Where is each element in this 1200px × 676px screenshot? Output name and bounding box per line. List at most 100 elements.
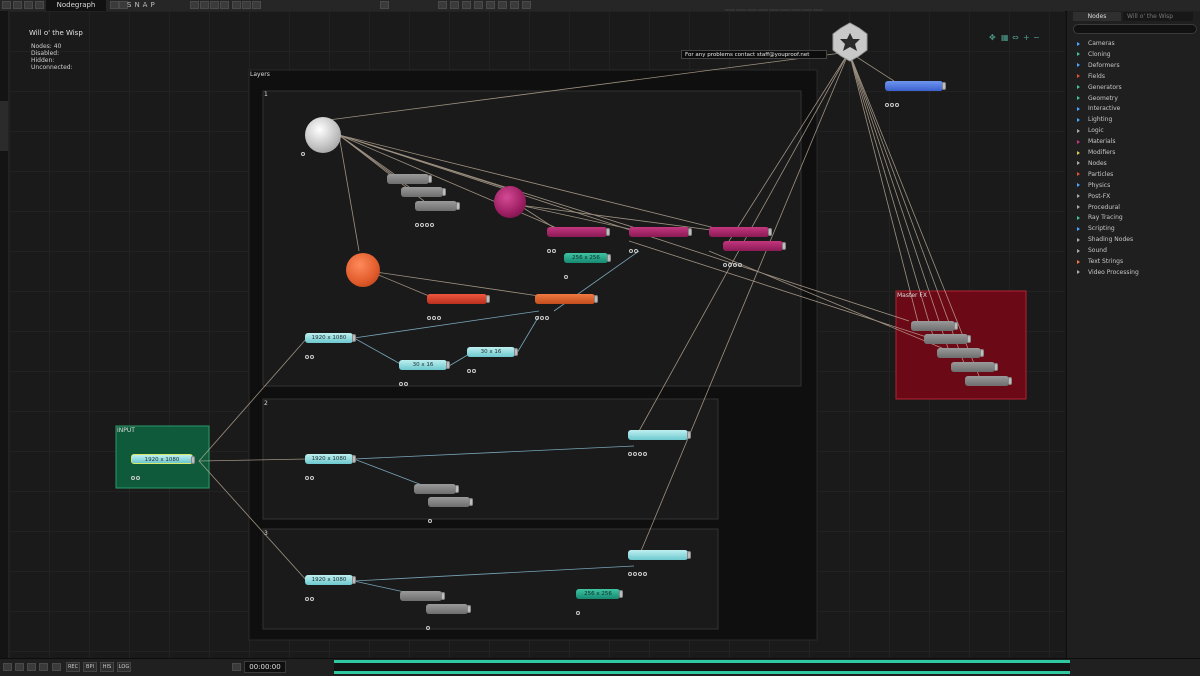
category-item[interactable]: Interactive [1077,104,1120,114]
category-item[interactable]: Text Strings [1077,257,1123,267]
category-item[interactable]: Modifiers [1077,148,1115,158]
zoom-in-icon[interactable]: + [1023,33,1030,42]
open-file-icon[interactable] [13,1,22,9]
settings-icon[interactable] [3,663,12,671]
new-file-icon[interactable] [2,1,11,9]
node-ports[interactable] [723,252,743,267]
category-item[interactable]: Deformers [1077,61,1120,71]
gray-node[interactable] [911,321,958,331]
node-ports[interactable] [547,238,557,253]
gear-icon[interactable] [380,1,389,9]
wave-icon[interactable] [522,1,531,9]
search-field[interactable] [1073,24,1197,43]
his-button[interactable]: HIS [100,662,114,672]
master-output-gear-node[interactable] [829,21,871,63]
resolution-node[interactable]: 1920 x 1080 [305,333,356,343]
category-item[interactable]: Particles [1077,170,1113,180]
node-ports[interactable] [467,358,477,373]
search-icon[interactable] [252,1,261,9]
node-ports[interactable] [131,465,141,480]
magenta-node[interactable] [723,241,786,251]
filter-icon[interactable] [242,1,251,9]
select-icon[interactable] [200,1,209,9]
log-button[interactable]: LOG [117,662,131,672]
node-ports[interactable] [301,141,306,156]
timeline-scrubber[interactable] [334,660,1070,674]
category-item[interactable]: Cloning [1077,50,1111,60]
fit-view-icon[interactable]: ✥ [989,33,996,42]
category-item[interactable]: Video Processing [1077,268,1139,278]
grid-icon[interactable] [110,1,119,9]
tab-nodegraph[interactable]: Nodegraph [46,0,106,11]
bpi-button[interactable]: BPI [83,662,97,672]
gray-node[interactable] [951,362,998,372]
layout-icon[interactable] [210,1,219,9]
category-item[interactable]: Logic [1077,126,1104,136]
category-item[interactable]: Nodes [1077,159,1107,169]
node-ports[interactable] [628,561,648,576]
size-node[interactable]: 30 x 16 [467,347,518,357]
record-icon[interactable] [474,1,483,9]
zoom-out-icon[interactable]: − [1033,33,1040,42]
link-icon[interactable] [220,1,229,9]
camera-icon[interactable] [450,1,459,9]
monitor-icon[interactable] [498,1,507,9]
category-item[interactable]: Physics [1077,181,1110,191]
list-icon[interactable] [15,663,24,671]
zoom-icon[interactable] [190,1,199,9]
node-ports[interactable] [305,344,315,359]
gray-node[interactable] [415,201,460,211]
gray-node[interactable] [426,604,471,614]
texture-size-node[interactable]: 256 x 256 [564,253,611,263]
blue-output-node[interactable] [885,81,946,91]
grid-view-icon[interactable]: ▦ [1001,33,1009,42]
node-ports[interactable] [629,238,639,253]
node-ports[interactable] [576,600,581,615]
gray-node[interactable] [965,376,1012,386]
view-icon[interactable] [232,1,241,9]
stats-icon[interactable] [510,1,519,9]
camera-icon[interactable] [27,663,36,671]
gray-node[interactable] [937,348,984,358]
node-ports[interactable] [399,371,409,386]
media-icon[interactable] [39,663,48,671]
node-ports[interactable] [427,305,442,320]
category-item[interactable]: Post-FX [1077,192,1110,202]
category-item[interactable]: Materials [1077,137,1116,147]
node-graph-canvas[interactable]: Will o' the Wisp Nodes: 40 Disabled: Hid… [9,11,1065,658]
orange-node[interactable] [535,294,598,304]
node-ports[interactable] [415,212,435,227]
magenta-node[interactable] [709,227,772,237]
node-ports[interactable] [426,615,431,630]
gray-node[interactable] [428,497,473,507]
category-item[interactable]: Lighting [1077,115,1112,125]
cyan-node[interactable] [628,430,691,440]
gray-node[interactable] [414,484,459,494]
cyan-node[interactable] [628,550,691,560]
node-ports[interactable] [535,305,550,320]
light-icon[interactable] [462,1,471,9]
render-icon[interactable] [438,1,447,9]
snap-toggle[interactable]: SNAP [127,0,158,11]
size-node[interactable]: 30 x 16 [399,360,450,370]
timeline-menu-icon[interactable] [232,663,241,671]
save-file-icon[interactable] [24,1,33,9]
node-ports[interactable] [628,441,648,456]
texture-size-node[interactable]: 256 x 256 [576,589,623,599]
tab-project[interactable]: Will o' the Wisp [1123,12,1193,21]
white-sphere-node[interactable] [305,117,341,153]
category-item[interactable]: Ray Tracing [1077,213,1123,223]
magenta-sphere-node[interactable] [494,186,526,218]
node-ports[interactable] [564,264,569,279]
tab-nodes[interactable]: Nodes [1073,12,1121,21]
gray-node[interactable] [400,591,445,601]
input-resolution-node[interactable]: 1920 x 1080 [131,454,195,464]
resolution-node[interactable]: 1920 x 1080 [305,575,356,585]
timecode-display[interactable]: 00:00:00 [244,661,286,673]
node-ports[interactable] [305,586,315,601]
back-icon[interactable] [52,663,61,671]
settings-icon[interactable] [35,1,44,9]
red-node[interactable] [427,294,490,304]
category-item[interactable]: Shading Nodes [1077,235,1133,245]
category-item[interactable]: Fields [1077,72,1105,82]
